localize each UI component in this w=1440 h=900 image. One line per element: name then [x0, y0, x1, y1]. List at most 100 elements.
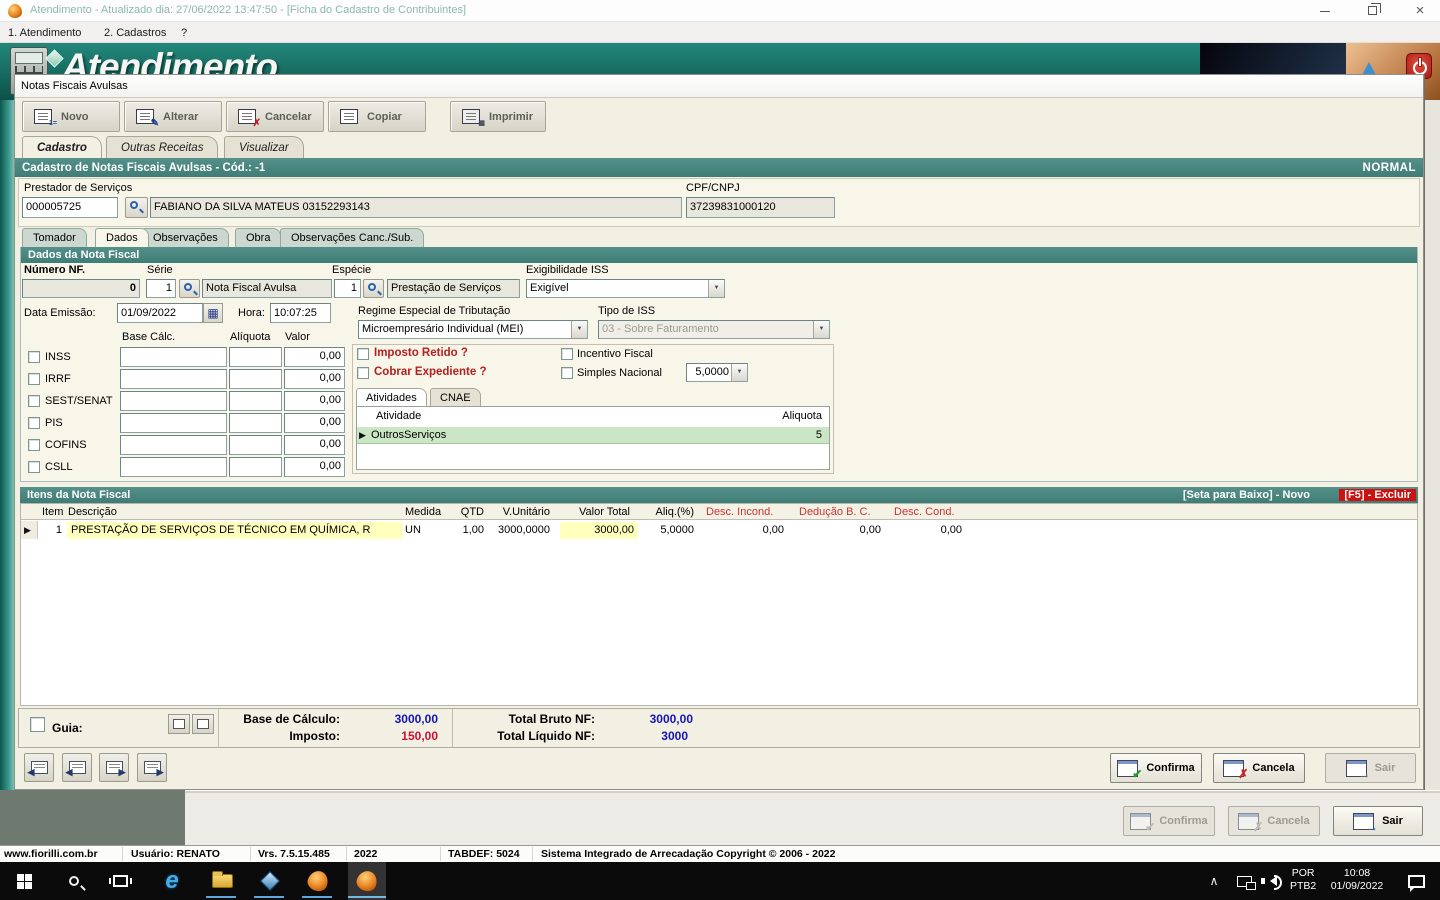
- sest-base-input[interactable]: [120, 391, 227, 411]
- incentivo-checkbox[interactable]: [561, 348, 573, 360]
- irrf-valor-input[interactable]: 0,00: [284, 369, 345, 389]
- irrf-aliq-input[interactable]: [229, 369, 282, 389]
- close-button[interactable]: ×: [1398, 0, 1440, 22]
- data-emissao-input[interactable]: 01/09/2022: [117, 303, 203, 323]
- item-cell[interactable]: 1: [38, 522, 66, 539]
- irrf-base-input[interactable]: [120, 369, 227, 389]
- nav-first-button[interactable]: ◀: [24, 753, 54, 782]
- ie-taskbar-button[interactable]: e: [152, 862, 192, 900]
- tray-expand-button[interactable]: ∧: [1198, 862, 1230, 900]
- open-app-indicator: [302, 896, 332, 898]
- calendar-button[interactable]: ▦: [203, 303, 223, 323]
- clock[interactable]: 10:08 01/09/2022: [1320, 867, 1394, 893]
- volume-tray-button[interactable]: [1254, 862, 1288, 900]
- prestador-search-button[interactable]: [125, 197, 148, 218]
- action-center-button[interactable]: [1396, 862, 1436, 900]
- pis-aliq-input[interactable]: [229, 413, 282, 433]
- csll-aliq-input[interactable]: [229, 457, 282, 477]
- minimize-button[interactable]: [1303, 0, 1347, 22]
- guia-view-button[interactable]: [168, 714, 190, 734]
- qtd-cell[interactable]: 1,00: [450, 522, 488, 539]
- serie-search-button[interactable]: [179, 279, 200, 298]
- deducao-cell[interactable]: 0,00: [795, 522, 885, 539]
- cancelar-button[interactable]: ✗ Cancelar: [226, 101, 324, 132]
- menu-atendimento[interactable]: 1. Atendimento: [8, 27, 81, 39]
- sest-aliq-input[interactable]: [229, 391, 282, 411]
- sest-valor-input[interactable]: 0,00: [284, 391, 345, 411]
- menu-cadastros[interactable]: 2. Cadastros: [104, 27, 166, 39]
- fiorilli-active-app-button[interactable]: [347, 862, 387, 900]
- language-code: POR: [1291, 867, 1315, 879]
- outer-sair-button[interactable]: → Sair: [1333, 806, 1423, 836]
- tab-tomador[interactable]: Tomador: [22, 228, 87, 247]
- confirma-button[interactable]: ✔ Confirma: [1110, 753, 1202, 783]
- inss-valor-input[interactable]: 0,00: [284, 347, 345, 367]
- guia-print-button[interactable]: [192, 714, 214, 734]
- exigibilidade-select[interactable]: Exigível ▼: [526, 279, 725, 298]
- csll-checkbox[interactable]: [28, 461, 40, 473]
- col-descricao: Descrição: [68, 506, 117, 518]
- cofins-checkbox[interactable]: [28, 439, 40, 451]
- desc-cond-cell[interactable]: 0,00: [890, 522, 966, 539]
- numero-input[interactable]: 0: [22, 279, 140, 298]
- taskbar-search-button[interactable]: [54, 862, 94, 900]
- tab-observacoes-canc[interactable]: Observações Canc./Sub.: [280, 228, 425, 247]
- regime-select[interactable]: Microempresário Individual (MEI) ▼: [358, 320, 588, 339]
- sest-checkbox[interactable]: [28, 395, 40, 407]
- tab-cadastro[interactable]: Cadastro: [22, 136, 102, 158]
- tab-outras-receitas[interactable]: Outras Receitas: [106, 136, 219, 158]
- desc-incond-cell[interactable]: 0,00: [702, 522, 788, 539]
- nav-next-button[interactable]: ▶: [99, 753, 129, 782]
- prestador-code-input[interactable]: 000005725: [22, 197, 118, 218]
- pis-valor-input[interactable]: 0,00: [284, 413, 345, 433]
- medida-cell[interactable]: UN: [401, 522, 449, 539]
- simples-checkbox[interactable]: [561, 367, 573, 379]
- vunitario-cell[interactable]: 3000,0000: [492, 522, 554, 539]
- guia-checkbox[interactable]: [30, 717, 45, 732]
- novo-button[interactable]: 1= Novo: [22, 101, 120, 132]
- hora-input[interactable]: 10:07:25: [270, 303, 331, 323]
- serie-input[interactable]: 1: [146, 279, 176, 298]
- especie-search-button[interactable]: [363, 279, 384, 298]
- dialog-titlebar: Notas Fiscais Avulsas: [15, 75, 1423, 98]
- imposto-retido-checkbox[interactable]: [357, 348, 369, 360]
- cobrar-expediente-checkbox[interactable]: [357, 367, 369, 379]
- imprimir-button[interactable]: ▦ Imprimir: [450, 101, 546, 132]
- language-indicator[interactable]: POR PTB2: [1290, 867, 1316, 893]
- simples-valor-select[interactable]: 5,0000 ▼: [686, 363, 748, 382]
- inss-checkbox[interactable]: [28, 351, 40, 363]
- pis-base-input[interactable]: [120, 413, 227, 433]
- explorer-taskbar-button[interactable]: [202, 862, 242, 900]
- start-button[interactable]: [4, 862, 44, 900]
- app3-taskbar-button[interactable]: [250, 862, 290, 900]
- alterar-button[interactable]: ✎ Alterar: [124, 101, 222, 132]
- especie-input[interactable]: 1: [334, 279, 361, 298]
- cpf-label: CPF/CNPJ: [686, 182, 740, 194]
- tab-cnae[interactable]: CNAE: [430, 388, 481, 406]
- cofins-base-input[interactable]: [120, 435, 227, 455]
- nav-last-button[interactable]: ▶: [137, 753, 167, 782]
- menu-help[interactable]: ?: [181, 27, 187, 39]
- tab-dados[interactable]: Dados: [95, 228, 149, 247]
- tab-obra[interactable]: Obra: [235, 228, 282, 247]
- copiar-button[interactable]: Copiar: [328, 101, 426, 132]
- inss-base-input[interactable]: [120, 347, 227, 367]
- pis-checkbox[interactable]: [28, 417, 40, 429]
- cofins-aliq-input[interactable]: [229, 435, 282, 455]
- csll-base-input[interactable]: [120, 457, 227, 477]
- cofins-valor-input[interactable]: 0,00: [284, 435, 345, 455]
- csll-valor-input[interactable]: 0,00: [284, 457, 345, 477]
- tab-observacoes[interactable]: Observações: [142, 228, 229, 247]
- restore-button[interactable]: [1350, 0, 1394, 22]
- inss-aliq-input[interactable]: [229, 347, 282, 367]
- tab-visualizar[interactable]: Visualizar: [224, 136, 304, 158]
- descricao-cell[interactable]: PRESTAÇÃO DE SERVIÇOS DE TÉCNICO EM QUÍM…: [67, 522, 403, 539]
- tab-atividades[interactable]: Atividades: [356, 388, 427, 406]
- aliq-cell[interactable]: 5,0000: [640, 522, 698, 539]
- valor-total-cell[interactable]: 3000,00: [560, 522, 638, 539]
- fiorilli-app-button[interactable]: [298, 862, 338, 900]
- cancela-button[interactable]: ✗ Cancela: [1213, 753, 1305, 783]
- task-view-button[interactable]: [100, 862, 140, 900]
- nav-prev-button[interactable]: ◀: [62, 753, 92, 782]
- irrf-checkbox[interactable]: [28, 373, 40, 385]
